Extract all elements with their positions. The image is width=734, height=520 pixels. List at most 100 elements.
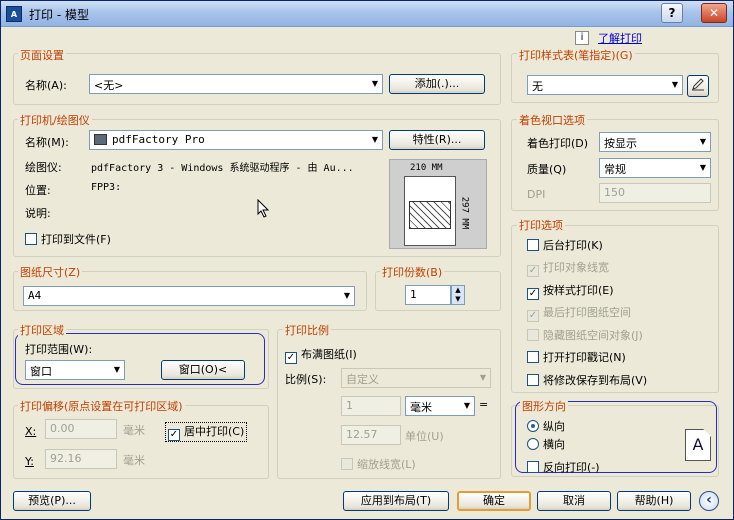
option-label: 按样式打印(E) — [543, 284, 614, 297]
plot-style-title: 打印样式表(笔指定)(G) — [517, 47, 635, 63]
offset-y-input[interactable]: 92.16 — [45, 449, 117, 469]
upside-down-label: 反向打印(-) — [543, 461, 600, 474]
plot-stamp-checkbox[interactable]: 打开打印戳记(N) — [527, 349, 626, 365]
plot-style-select[interactable]: 无 ▼ — [527, 75, 683, 95]
copies-input[interactable]: 1 — [405, 285, 451, 305]
plot-scale-title: 打印比例 — [283, 322, 331, 338]
offset-x-label: X: — [25, 425, 37, 438]
plot-area-title: 打印区域 — [18, 322, 66, 338]
option-label: 打印对象线宽 — [543, 261, 609, 274]
apply-to-layout-button[interactable]: 应用到布局(T) — [343, 491, 449, 511]
learn-plotting-link[interactable]: 了解打印 — [598, 30, 642, 46]
scale-units-label: 单位(U) — [405, 430, 444, 443]
scale-unit-select[interactable]: 毫米 ▼ — [405, 396, 475, 416]
collapse-options-icon[interactable]: ‹ — [699, 491, 719, 511]
scale-label: 比例(S): — [285, 373, 327, 386]
checkbox-box — [527, 461, 539, 473]
option-label: 打开打印戳记(N) — [543, 351, 626, 364]
page-setup-name-label: 名称(A): — [25, 79, 67, 92]
printer-name-select[interactable]: pdfFactory Pro ▼ — [89, 130, 383, 150]
checkbox-box: ✓ — [527, 265, 539, 277]
preview-button[interactable]: 预览(P)... — [13, 491, 91, 511]
portrait-label: 纵向 — [543, 420, 565, 433]
offset-y-unit: 毫米 — [123, 454, 145, 467]
window-select-button[interactable]: 窗口(O)< — [161, 360, 245, 380]
location-label: 位置: — [25, 184, 51, 197]
plot-range-label: 打印范围(W): — [25, 343, 93, 356]
page-setup-name-select[interactable]: <无> ▼ — [89, 74, 383, 94]
quality-select[interactable]: 常规 ▼ — [599, 158, 711, 178]
mouse-cursor-icon — [257, 199, 269, 218]
chevron-down-icon: ▼ — [699, 163, 706, 172]
paper-size-value: A4 — [28, 289, 42, 302]
scale-value-2-input[interactable]: 12.57 — [341, 425, 401, 445]
option-label: 最后打印图纸空间 — [543, 306, 631, 319]
upside-down-checkbox[interactable]: 反向打印(-) — [527, 459, 600, 475]
plotter-value: pdfFactory 3 - Windows 系统驱动程序 - 由 Au... — [91, 163, 354, 174]
copies-title: 打印份数(B) — [380, 264, 445, 280]
checkbox-box: ✓ — [527, 288, 539, 300]
orientation-title: 图形方向 — [520, 398, 568, 414]
checkbox-box — [527, 374, 539, 386]
close-button[interactable]: ✕ — [701, 3, 727, 23]
add-page-setup-button[interactable]: 添加(.)... — [389, 74, 485, 94]
location-value: FPP3: — [91, 182, 122, 193]
portrait-radio[interactable]: 纵向 — [527, 418, 565, 434]
checkbox-box: ✓ — [285, 352, 297, 364]
plot-paperspace-last-checkbox[interactable]: ✓ 最后打印图纸空间 — [527, 304, 631, 322]
fit-to-paper-checkbox[interactable]: ✓ 布满图纸(I) — [285, 346, 357, 364]
chevron-down-icon: ▼ — [343, 291, 350, 300]
chevron-down-icon: ▼ — [479, 373, 486, 382]
chevron-down-icon: ▼ — [371, 135, 378, 144]
plotter-label: 绘图仪: — [25, 161, 62, 174]
shaded-viewport-title: 着色视口选项 — [517, 112, 587, 128]
chevron-down-icon: ▼ — [113, 365, 120, 374]
scale-value-1-input[interactable]: 1 — [341, 396, 401, 416]
help-button[interactable]: 帮助(H) — [617, 491, 691, 511]
plot-style-value: 无 — [532, 80, 543, 93]
printer-name-value: pdfFactory Pro — [112, 133, 205, 146]
title-bar: A 打印 - 模型 ? ✕ — [1, 1, 733, 27]
preview-width-label: 210 MM — [410, 163, 443, 173]
info-icon: i — [575, 31, 589, 45]
shade-plot-label: 着色打印(D) — [527, 137, 589, 150]
scale-lineweights-label: 缩放线宽(L) — [357, 458, 416, 471]
edit-plot-style-button[interactable] — [687, 75, 709, 97]
copies-stepper[interactable]: ▲ ▼ — [451, 285, 465, 305]
center-plot-checkbox[interactable]: ✓ 居中打印(C) — [165, 422, 248, 442]
help-title-button[interactable]: ? — [661, 3, 683, 23]
checkbox-box — [527, 351, 539, 363]
option-label: 将修改保存到布局(V) — [543, 374, 648, 387]
offset-x-unit: 毫米 — [123, 424, 145, 437]
cancel-button[interactable]: 取消 — [537, 491, 611, 511]
scale-lineweights-checkbox[interactable]: 缩放线宽(L) — [341, 456, 416, 472]
plot-range-select[interactable]: 窗口 ▼ — [25, 360, 125, 380]
plot-lineweights-checkbox[interactable]: ✓ 打印对象线宽 — [527, 259, 609, 277]
radio-dot — [527, 438, 539, 450]
printer-icon — [94, 134, 107, 145]
background-plot-checkbox[interactable]: 后台打印(K) — [527, 237, 603, 253]
print-to-file-checkbox[interactable]: 打印到文件(F) — [25, 231, 111, 247]
paper-preview: 210 MM 297 MM — [389, 159, 487, 249]
landscape-label: 横向 — [543, 438, 565, 451]
paper-size-select[interactable]: A4 ▼ — [23, 286, 355, 306]
chevron-down-icon: ▼ — [463, 401, 470, 410]
dpi-input[interactable]: 150 — [599, 183, 711, 203]
option-label: 隐藏图纸空间对象(J) — [543, 329, 643, 342]
plot-range-value: 窗口 — [30, 365, 52, 378]
ok-button[interactable]: 确定 — [457, 491, 531, 511]
scale-unit-value: 毫米 — [410, 401, 432, 414]
hide-paperspace-objects-checkbox[interactable]: 隐藏图纸空间对象(J) — [527, 327, 643, 343]
offset-x-input[interactable]: 0.00 — [45, 419, 117, 439]
printer-name-label: 名称(M): — [25, 136, 69, 149]
chevron-down-icon: ▼ — [371, 79, 378, 88]
scale-select[interactable]: 自定义 ▼ — [341, 368, 491, 388]
printer-properties-button[interactable]: 特性(R)... — [389, 130, 485, 150]
landscape-radio[interactable]: 横向 — [527, 436, 565, 452]
option-label: 后台打印(K) — [543, 239, 603, 252]
dpi-label: DPI — [527, 188, 546, 201]
plot-with-styles-checkbox[interactable]: ✓ 按样式打印(E) — [527, 282, 614, 300]
scale-value: 自定义 — [346, 373, 379, 386]
shade-plot-select[interactable]: 按显示 ▼ — [599, 132, 711, 152]
save-changes-to-layout-checkbox[interactable]: 将修改保存到布局(V) — [527, 372, 647, 388]
